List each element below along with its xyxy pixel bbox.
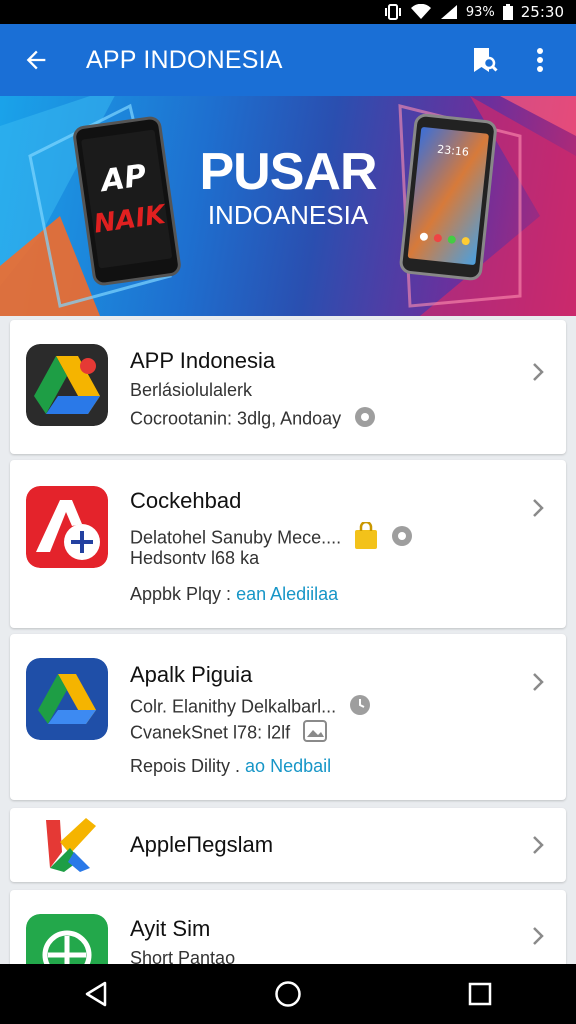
chevron-right-icon bbox=[533, 499, 544, 517]
status-time: 25:30 bbox=[520, 3, 564, 21]
battery-icon bbox=[502, 4, 513, 20]
page-title: APP INDONESIA bbox=[86, 45, 283, 74]
signal-icon bbox=[440, 4, 458, 20]
app-bar: APP INDONESIA bbox=[0, 24, 576, 96]
circle-home-icon bbox=[275, 981, 301, 1007]
store-label: Repois Dility . bbox=[130, 756, 241, 776]
battery-percent: 93% bbox=[465, 4, 495, 20]
bookmark-search-button[interactable] bbox=[456, 24, 512, 96]
chevron-right-icon bbox=[533, 673, 544, 691]
banner-subheadline: INDOANESIA bbox=[207, 200, 369, 230]
app-name: Ayit Sim bbox=[130, 916, 211, 941]
nav-back-button[interactable] bbox=[66, 969, 126, 1019]
app-details: CvanekSnet l78: l2lf bbox=[130, 720, 328, 747]
app-details: Cocrootanin: 3dlg, Andoay bbox=[130, 406, 376, 433]
app-name: Cockehbad bbox=[130, 488, 242, 513]
store-link[interactable]: ean Alediilaa bbox=[236, 584, 338, 604]
colorful-k-app-icon bbox=[40, 812, 104, 876]
bookmark-search-icon bbox=[474, 48, 498, 72]
more-options-button[interactable] bbox=[512, 24, 568, 96]
app-list-item[interactable]: Cockehbad Delatohel Sanuby Mece.... Heds… bbox=[10, 460, 566, 628]
app-store-line: Repois Dility . ao Nedbail bbox=[130, 756, 331, 777]
arrow-left-icon bbox=[26, 50, 46, 70]
clock-icon bbox=[349, 694, 371, 721]
app-subtitle: Colr. Elanithy Delkalbarl... bbox=[130, 694, 371, 721]
chevron-right-icon bbox=[533, 927, 544, 945]
app-subtitle-text: Colr. Elanithy Delkalbarl... bbox=[130, 696, 337, 717]
wifi-icon bbox=[410, 4, 432, 20]
chevron-right-icon bbox=[533, 363, 544, 381]
system-nav-bar bbox=[0, 964, 576, 1024]
drive-app-icon bbox=[26, 344, 108, 426]
app-name: Apalk Piguia bbox=[130, 662, 253, 687]
app-details-text: CvanekSnet l78: l2lf bbox=[130, 722, 291, 743]
chevron-right-icon bbox=[533, 836, 544, 854]
store-link[interactable]: ao Nedbail bbox=[245, 756, 331, 776]
app-subtitle: Berlásiolulalerk bbox=[130, 380, 253, 400]
nav-home-button[interactable] bbox=[258, 969, 318, 1019]
app-list-item[interactable]: APP Indonesia Berlásiolulalerk Cocrootan… bbox=[10, 320, 566, 454]
app-name: AppleΠegslam bbox=[130, 832, 274, 857]
banner-headline: PUSAR bbox=[199, 143, 377, 201]
settings-badge-icon bbox=[391, 525, 413, 552]
app-details-text: Cocrootanin: 3dlg, Andoay bbox=[130, 408, 342, 429]
nav-recents-button[interactable] bbox=[450, 969, 510, 1019]
app-name: APP Indonesia bbox=[130, 348, 276, 373]
promo-banner[interactable]: AP NAIK 23:16 PUSAR INDOANESIA bbox=[0, 96, 576, 316]
settings-badge-icon bbox=[354, 406, 376, 433]
app-list-item[interactable]: Apalk Piguia Colr. Elanithy Delkalbarl..… bbox=[10, 634, 566, 800]
vibrate-icon bbox=[384, 4, 402, 20]
app-subtitle-text: Delatohel Sanuby Mece.... bbox=[130, 527, 342, 548]
app-list-item[interactable]: AppleΠegslam bbox=[10, 808, 566, 882]
app-details: Hedsontv l68 ka bbox=[130, 548, 260, 568]
square-recents-icon bbox=[468, 982, 492, 1006]
back-button[interactable] bbox=[0, 24, 72, 96]
more-vert-icon bbox=[537, 48, 543, 72]
drive-app-icon bbox=[26, 658, 108, 740]
status-bar: 93% 25:30 bbox=[0, 0, 576, 24]
a-plus-app-icon bbox=[26, 486, 108, 568]
store-label: Appbk Plqy : bbox=[130, 584, 232, 604]
app-store-line: Appbk Plqy : ean Alediilaa bbox=[130, 584, 338, 605]
image-badge-icon bbox=[303, 720, 328, 747]
shopping-bag-icon bbox=[354, 520, 378, 555]
triangle-back-icon bbox=[85, 981, 107, 1007]
